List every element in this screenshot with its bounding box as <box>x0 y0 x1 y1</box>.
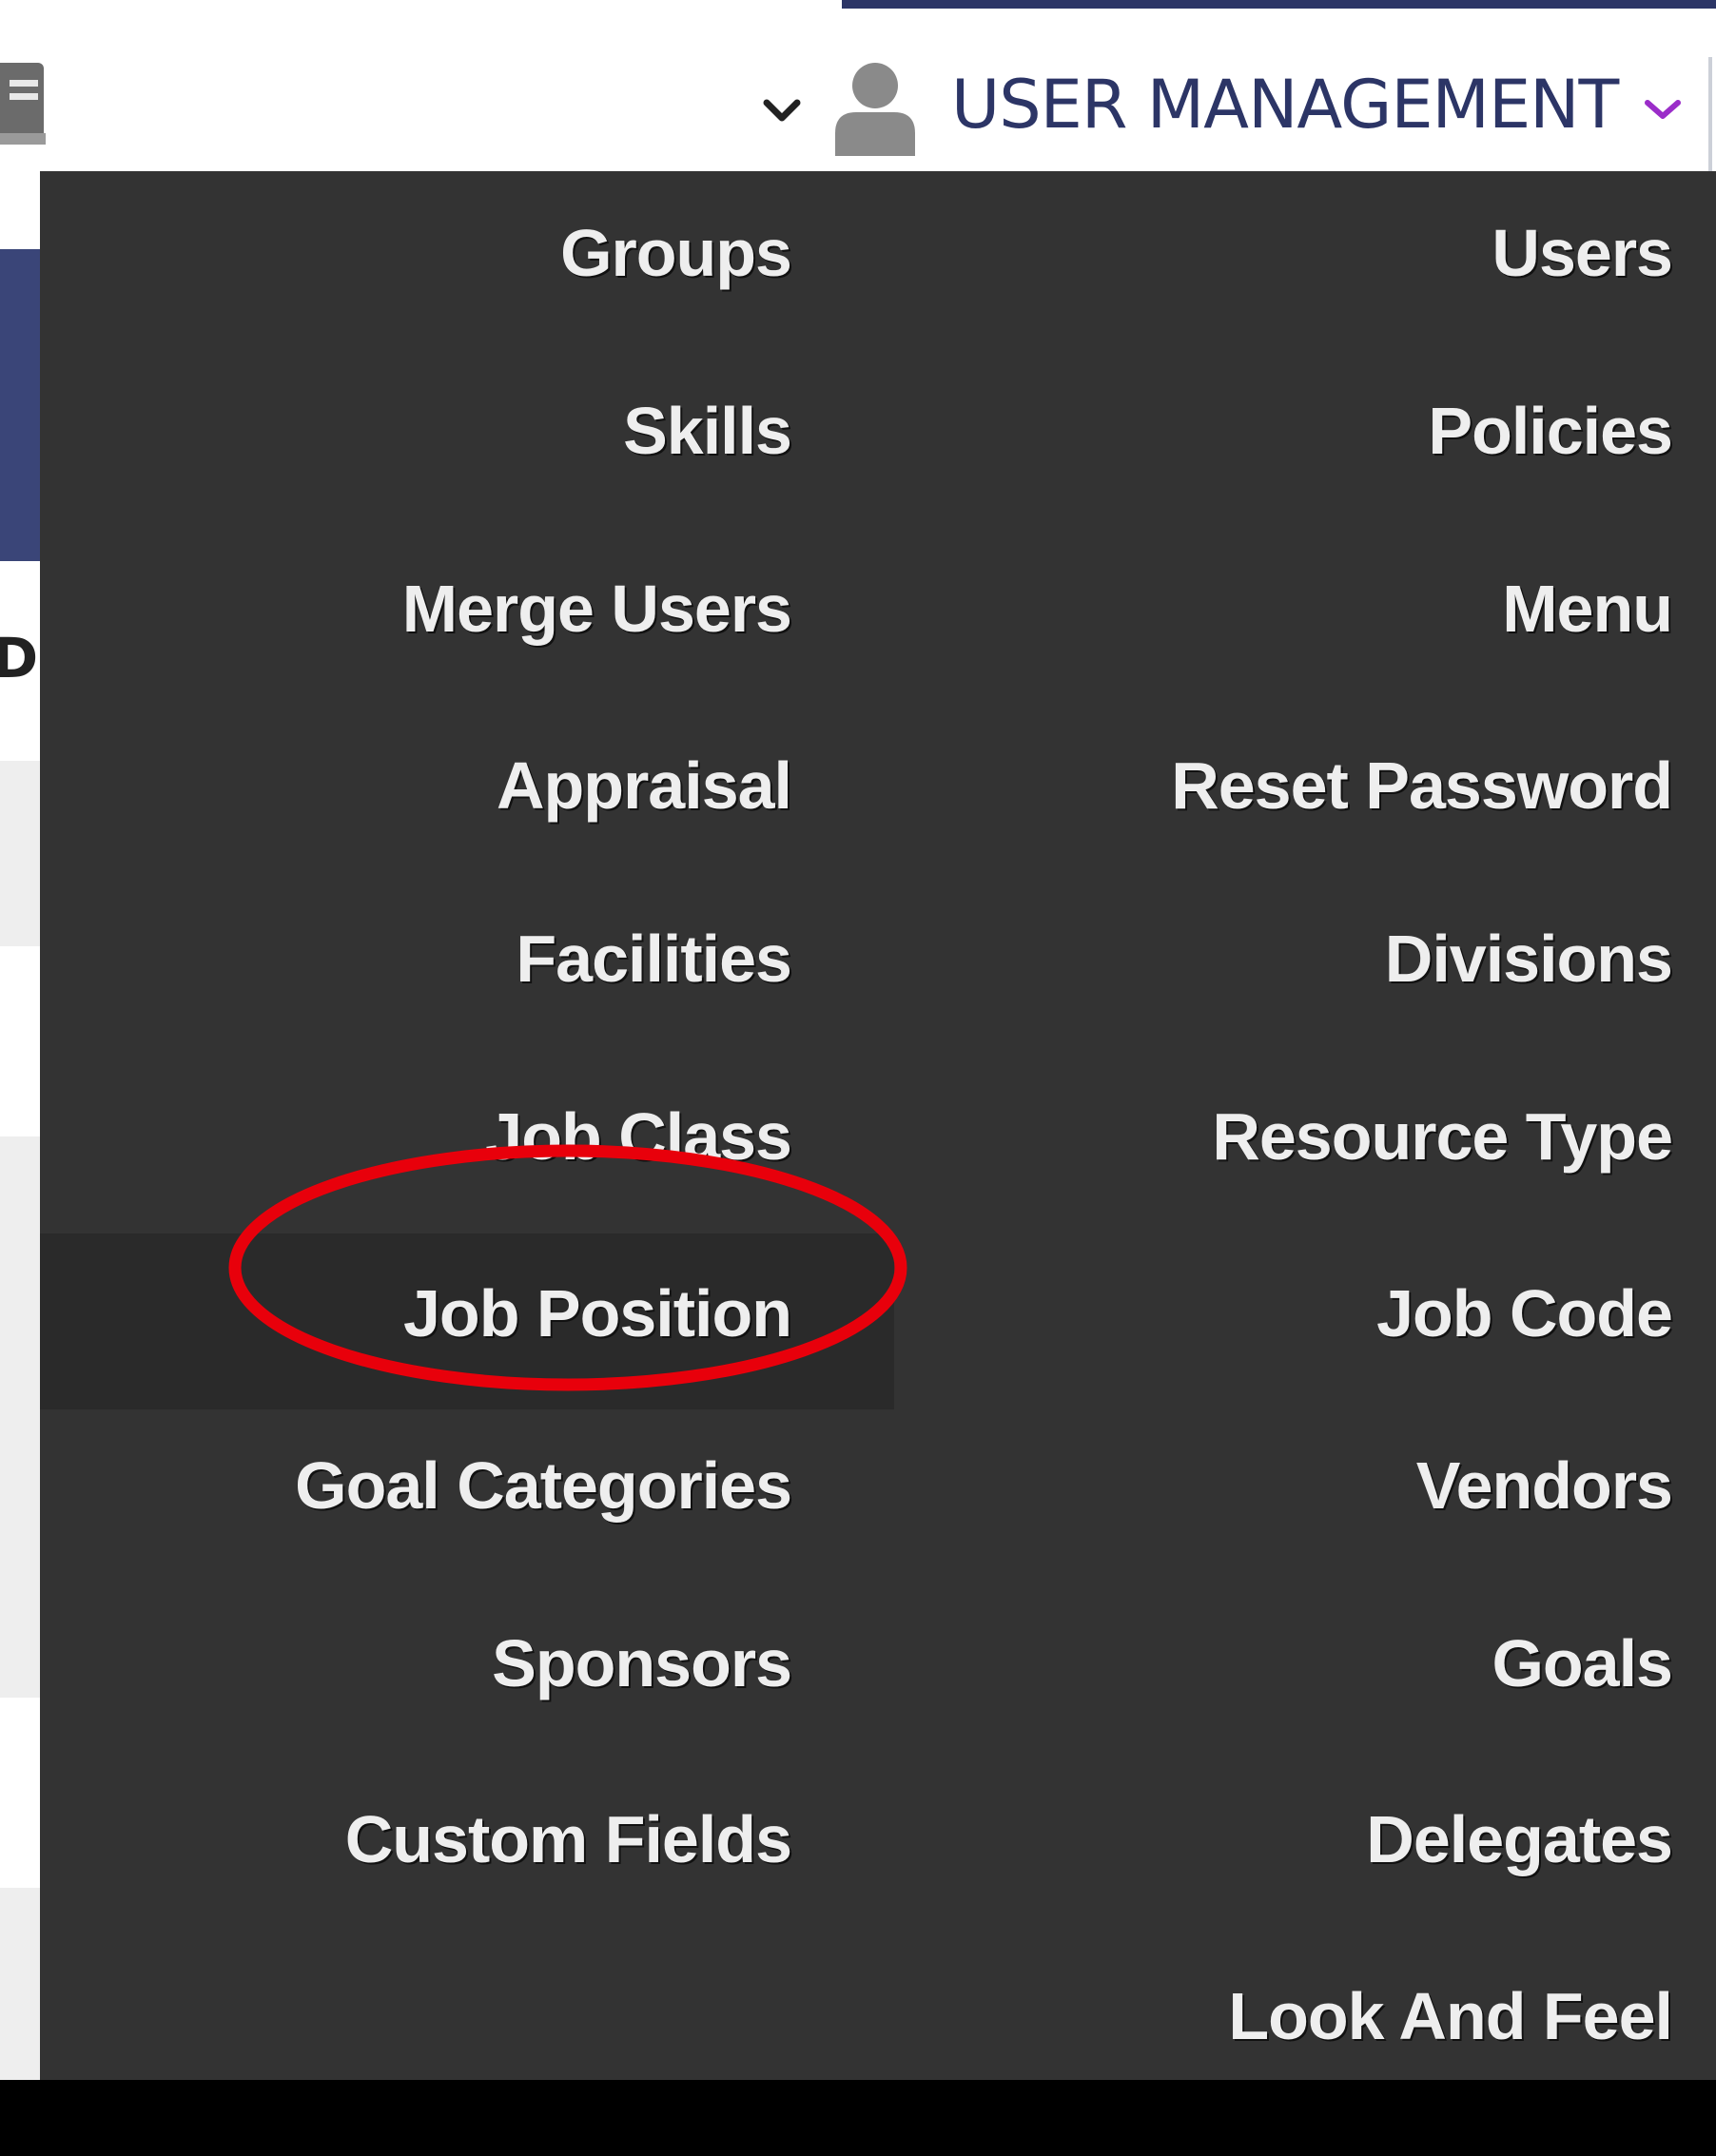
top-bar: USER MANAGEMENT <box>0 0 1716 171</box>
chevron-down-icon[interactable] <box>1634 87 1691 133</box>
chevron-down-icon[interactable] <box>759 87 805 133</box>
menu-item-job-position[interactable]: Job Position <box>40 1256 792 1370</box>
background-row <box>0 761 40 946</box>
menu-item-resource-type[interactable]: Resource Type <box>896 1079 1673 1194</box>
menu-item-merge-users[interactable]: Merge Users <box>40 552 792 666</box>
divider <box>1708 57 1712 171</box>
menu-item-divisions[interactable]: Divisions <box>896 902 1673 1016</box>
menu-item-vendors[interactable]: Vendors <box>896 1428 1673 1543</box>
user-icon[interactable] <box>829 59 921 156</box>
top-accent-line <box>842 0 1716 9</box>
menu-item-facilities[interactable]: Facilities <box>40 902 792 1016</box>
background-row <box>0 1888 40 2080</box>
menu-item-job-class[interactable]: Job Class <box>40 1079 792 1194</box>
menu-item-groups[interactable]: Groups <box>40 196 792 310</box>
menu-item-goals[interactable]: Goals <box>896 1606 1673 1720</box>
user-management-title[interactable]: USER MANAGEMENT <box>951 57 1619 152</box>
menu-item-users[interactable]: Users <box>896 196 1673 310</box>
document-icon[interactable] <box>0 63 48 148</box>
background-row <box>0 1136 40 1698</box>
menu-item-job-code[interactable]: Job Code <box>896 1256 1673 1370</box>
background-text-fragment: D <box>0 630 39 687</box>
menu-item-sponsors[interactable]: Sponsors <box>40 1606 792 1720</box>
background-header-band <box>0 249 40 561</box>
bottom-black-bar <box>0 2080 1716 2156</box>
menu-item-skills[interactable]: Skills <box>40 374 792 488</box>
menu-item-look-and-feel[interactable]: Look And Feel <box>896 1959 1673 2073</box>
menu-item-custom-fields[interactable]: Custom Fields <box>40 1782 792 1896</box>
menu-item-delegates[interactable]: Delegates <box>896 1782 1673 1896</box>
menu-item-reset-password[interactable]: Reset Password <box>896 728 1673 843</box>
user-management-dropdown: Groups Skills Merge Users Appraisal Faci… <box>40 171 1716 2080</box>
menu-item-menu[interactable]: Menu <box>896 552 1673 666</box>
menu-item-appraisal[interactable]: Appraisal <box>40 728 792 843</box>
menu-item-policies[interactable]: Policies <box>896 374 1673 488</box>
menu-item-goal-categories[interactable]: Goal Categories <box>40 1428 792 1543</box>
